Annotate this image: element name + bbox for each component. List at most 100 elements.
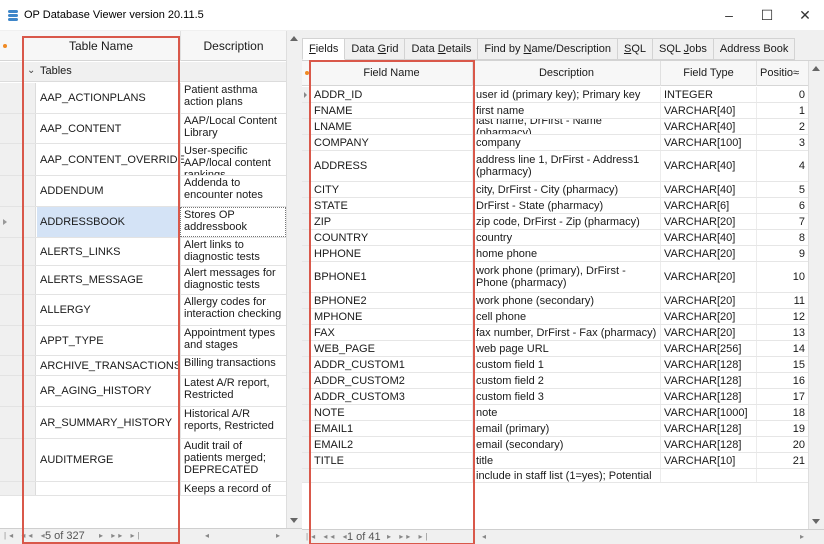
row-gutter[interactable]	[0, 295, 36, 325]
field-description-cell[interactable]: work phone (primary), DrFirst - Phone (p…	[472, 262, 660, 292]
field-position-cell[interactable]: 19	[756, 421, 808, 436]
field-row[interactable]: MPHONE cell phone VARCHAR[20] 12	[302, 309, 808, 325]
field-position-cell[interactable]: 0	[756, 87, 808, 102]
field-position-cell[interactable]: 8	[756, 230, 808, 245]
field-name-cell[interactable]: EMAIL1	[311, 421, 472, 436]
field-description-cell[interactable]: note	[472, 405, 660, 420]
row-gutter[interactable]	[0, 114, 36, 143]
table-row[interactable]: ALLERGY Allergy codes for interaction che…	[0, 295, 286, 326]
fields-scrollbar[interactable]	[808, 61, 824, 529]
row-gutter[interactable]	[302, 373, 311, 388]
row-gutter[interactable]	[0, 482, 36, 495]
field-position-cell[interactable]: 4	[756, 151, 808, 181]
field-row[interactable]: CITY city, DrFirst - City (pharmacy) VARCH…	[302, 182, 808, 198]
table-row[interactable]: ADDRESSBOOK Stores OP addressbook	[0, 207, 286, 238]
row-gutter[interactable]	[302, 135, 311, 150]
field-name-cell[interactable]: LNAME	[311, 119, 472, 134]
field-position-cell[interactable]: 10	[756, 262, 808, 292]
field-name-cell[interactable]: EMAIL2	[311, 437, 472, 452]
row-gutter[interactable]	[302, 182, 311, 197]
row-gutter[interactable]	[0, 439, 36, 481]
row-gutter[interactable]	[302, 309, 311, 324]
hscroll-right-icon[interactable]: ▸	[276, 531, 283, 540]
field-type-cell[interactable]: VARCHAR[20]	[660, 214, 756, 229]
table-name-cell[interactable]: APPT_TYPE	[37, 326, 180, 355]
table-name-cell[interactable]: ADDENDUM	[37, 176, 180, 206]
field-description-cell[interactable]: home phone	[472, 246, 660, 261]
table-name-cell[interactable]: ALERTS_MESSAGE	[37, 266, 180, 294]
field-position-cell[interactable]: 2	[756, 119, 808, 134]
field-position-cell[interactable]: 20	[756, 437, 808, 452]
field-position-cell[interactable]: 1	[756, 103, 808, 118]
field-name-cell[interactable]: MPHONE	[311, 309, 472, 324]
row-gutter[interactable]	[0, 376, 36, 406]
table-description-cell[interactable]: Latest A/R report, Restricted	[180, 376, 286, 406]
field-row[interactable]: ADDR_CUSTOM3 custom field 3 VARCHAR[128] 17	[302, 389, 808, 405]
field-type-cell[interactable]: VARCHAR[256]	[660, 341, 756, 356]
field-position-cell[interactable]: 12	[756, 309, 808, 324]
table-row[interactable]: AAP_CONTENT_OVERRIDE User-specific AAP/lo…	[0, 144, 286, 176]
field-position-cell[interactable]: 16	[756, 373, 808, 388]
tab-4[interactable]: SQL	[617, 38, 653, 60]
field-description-cell[interactable]: title	[472, 453, 660, 468]
tab-3[interactable]: Find by Name/Description	[478, 38, 618, 60]
field-type-cell[interactable]: VARCHAR[128]	[660, 389, 756, 404]
field-type-cell[interactable]: VARCHAR[20]	[660, 293, 756, 308]
row-gutter[interactable]	[0, 207, 36, 237]
field-name-cell[interactable]: BPHONE1	[311, 262, 472, 292]
field-row[interactable]: NOTE note VARCHAR[1000] 18	[302, 405, 808, 421]
table-name-cell[interactable]: AAP_CONTENT	[37, 114, 180, 143]
field-type-cell[interactable]: VARCHAR[100]	[660, 135, 756, 150]
row-gutter[interactable]	[302, 389, 311, 404]
field-row[interactable]: ADDRESS address line 1, DrFirst - Address…	[302, 151, 808, 182]
field-name-cell[interactable]: COUNTRY	[311, 230, 472, 245]
field-name-cell[interactable]: STATE	[311, 198, 472, 213]
field-row[interactable]: EMAIL1 email (primary) VARCHAR[128] 19	[302, 421, 808, 437]
field-type-cell[interactable]: VARCHAR[128]	[660, 421, 756, 436]
field-type-cell[interactable]: VARCHAR[20]	[660, 309, 756, 324]
row-gutter[interactable]	[302, 453, 311, 468]
table-row[interactable]: ALERTS_LINKS Alert links to diagnostic te…	[0, 238, 286, 266]
table-name-cell[interactable]: ARCHIVE_TRANSACTIONS	[37, 356, 181, 375]
table-name-cell[interactable]: AR_SUMMARY_HISTORY	[37, 407, 180, 438]
row-gutter[interactable]	[302, 357, 311, 372]
minimize-button[interactable]: –	[710, 0, 748, 30]
field-position-cell[interactable]: 13	[756, 325, 808, 340]
field-row[interactable]: LNAME last name, DrFirst - Name (pharmacy…	[302, 119, 808, 135]
row-gutter[interactable]	[302, 341, 311, 356]
row-gutter[interactable]	[302, 437, 311, 452]
field-name-cell[interactable]: CITY	[311, 182, 472, 197]
field-description-cell[interactable]: city, DrFirst - City (pharmacy)	[472, 182, 660, 197]
field-type-cell[interactable]: VARCHAR[1000]	[660, 405, 756, 420]
field-name-cell[interactable]: FAX	[311, 325, 472, 340]
table-name-cell[interactable]	[37, 482, 180, 495]
nav-first-prev-icons[interactable]: |◂ ◂◂ ◂	[306, 532, 350, 541]
field-position-cell[interactable]: 5	[756, 182, 808, 197]
field-description-cell[interactable]: include in staff list (1=yes); Potential	[472, 469, 660, 482]
table-row[interactable]: AR_SUMMARY_HISTORY Historical A/R reports…	[0, 407, 286, 439]
column-header-position[interactable]: Positio≈	[756, 61, 808, 86]
field-name-cell[interactable]: TITLE	[311, 453, 472, 468]
field-description-cell[interactable]: email (secondary)	[472, 437, 660, 452]
table-row[interactable]: APPT_TYPE Appointment types and stages	[0, 326, 286, 356]
field-description-cell[interactable]: last name, DrFirst - Name (pharmacy)	[472, 119, 660, 134]
field-row[interactable]: ADDR_ID user id (primary key); Primary ke…	[302, 87, 808, 103]
field-row[interactable]: ZIP zip code, DrFirst - Zip (pharmacy) VAR…	[302, 214, 808, 230]
field-position-cell[interactable]: 18	[756, 405, 808, 420]
field-row[interactable]: include in staff list (1=yes); Potential	[302, 469, 808, 483]
row-gutter[interactable]	[0, 326, 36, 355]
field-type-cell[interactable]: VARCHAR[20]	[660, 325, 756, 340]
field-name-cell[interactable]: WEB_PAGE	[311, 341, 472, 356]
field-name-cell[interactable]: ZIP	[311, 214, 472, 229]
nav-next-last-icons[interactable]: ▸ ▸▸ ▸|	[387, 532, 431, 541]
field-position-cell[interactable]: 15	[756, 357, 808, 372]
field-name-cell[interactable]: BPHONE2	[311, 293, 472, 308]
field-type-cell[interactable]: INTEGER	[660, 87, 756, 102]
field-row[interactable]: WEB_PAGE web page URL VARCHAR[256] 14	[302, 341, 808, 357]
field-type-cell[interactable]: VARCHAR[20]	[660, 246, 756, 261]
field-name-cell[interactable]: FNAME	[311, 103, 472, 118]
row-gutter[interactable]	[0, 83, 36, 113]
row-gutter[interactable]	[302, 293, 311, 308]
table-row[interactable]: AUDITMERGE Audit trail of patients merged…	[0, 439, 286, 482]
field-description-cell[interactable]: company	[472, 135, 660, 150]
